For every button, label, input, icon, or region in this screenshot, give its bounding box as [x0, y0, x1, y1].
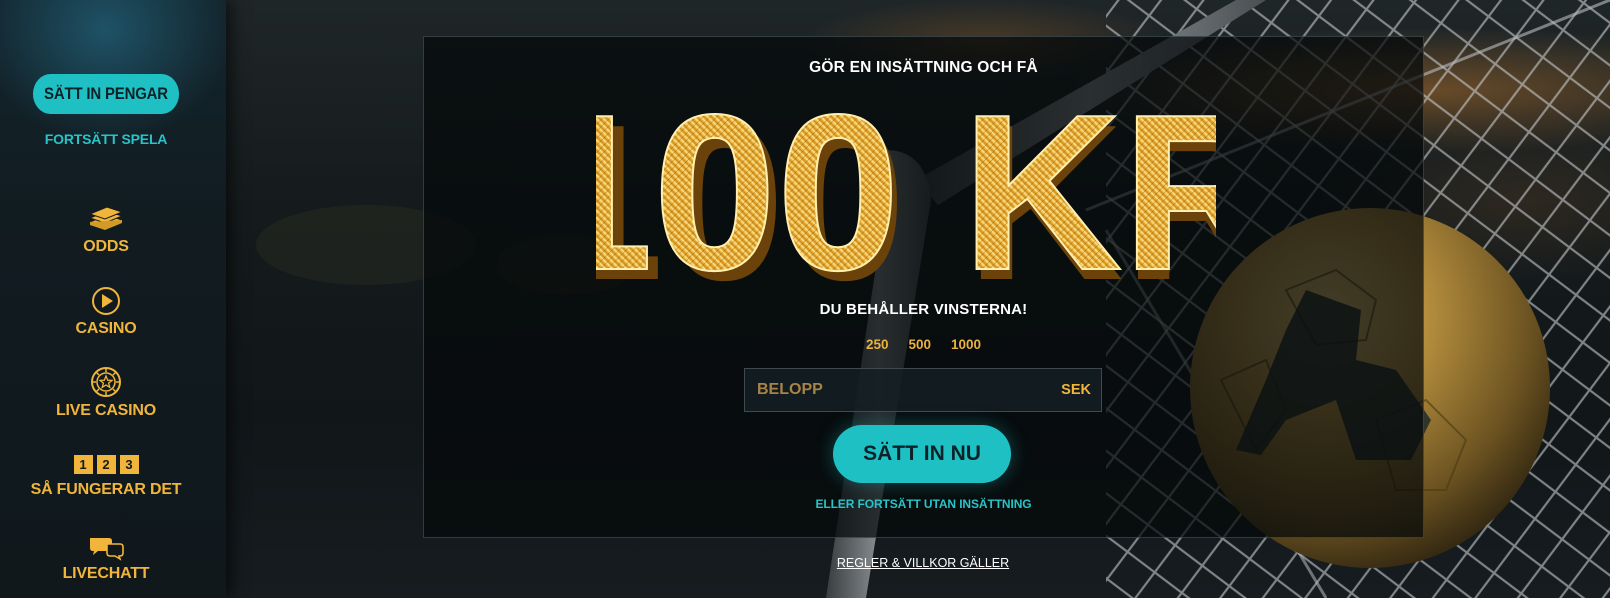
bonus-amount-graphic: 100 KR 100 KR — [596, 89, 1216, 289]
steps-123-icon: 1 2 3 — [0, 455, 212, 474]
quick-amounts: 250 500 1000 — [424, 337, 1423, 352]
sidebar-item-label: LIVECHATT — [62, 565, 150, 582]
sidebar: SÄTT IN PENGAR FORTSÄTT SPELA ODDS CASIN… — [0, 0, 226, 598]
promo-headline: GÖR EN INSÄTTNING OCH FÅ — [809, 59, 1038, 76]
promo-subline: DU BEHÅLLER VINSTERNA! — [819, 301, 1028, 318]
sidebar-item-label: CASINO — [75, 320, 137, 337]
step-number: 3 — [119, 455, 139, 474]
sidebar-item-casino[interactable]: CASINO — [0, 286, 212, 338]
step-number: 1 — [73, 455, 93, 474]
continue-playing-link[interactable]: FORTSÄTT SPELA — [0, 131, 212, 147]
amount-field: SEK — [744, 368, 1102, 412]
continue-without-deposit-link[interactable]: ELLER FORTSÄTT UTAN INSÄTTNING — [424, 497, 1423, 511]
roulette-chip-icon — [91, 367, 121, 397]
amount-input[interactable] — [755, 380, 1009, 400]
quick-amount-500[interactable]: 500 — [908, 337, 931, 352]
sidebar-item-live-casino[interactable]: LIVE CASINO — [0, 366, 212, 420]
deposit-money-button[interactable]: SÄTT IN PENGAR — [32, 74, 180, 114]
sidebar-item-odds[interactable]: ODDS — [0, 204, 212, 256]
deposit-promo-panel: GÖR EN INSÄTTNING OCH FÅ 100 KR 100 KR D… — [423, 36, 1424, 538]
quick-amount-1000[interactable]: 1000 — [951, 337, 981, 352]
bonus-amount: 100 KR — [596, 89, 1216, 289]
sidebar-item-label: LIVE CASINO — [55, 402, 157, 419]
play-circle-icon — [92, 287, 120, 315]
chat-bubbles-icon — [90, 538, 124, 561]
sidebar-item-livechat[interactable]: LIVECHATT — [0, 535, 212, 583]
deposit-now-button[interactable]: SÄTT IN NU — [833, 425, 1011, 483]
quick-amount-250[interactable]: 250 — [866, 337, 889, 352]
currency-label: SEK — [1061, 382, 1091, 398]
sidebar-item-label: SÅ FUNGERAR DET — [30, 481, 182, 498]
sidebar-item-label: ODDS — [83, 238, 129, 255]
step-number: 2 — [96, 455, 116, 474]
sidebar-item-how-it-works[interactable]: 1 2 3 SÅ FUNGERAR DET — [0, 455, 212, 499]
terms-link[interactable]: REGLER & VILLKOR GÄLLER — [770, 556, 1076, 570]
money-stack-icon — [88, 206, 124, 230]
